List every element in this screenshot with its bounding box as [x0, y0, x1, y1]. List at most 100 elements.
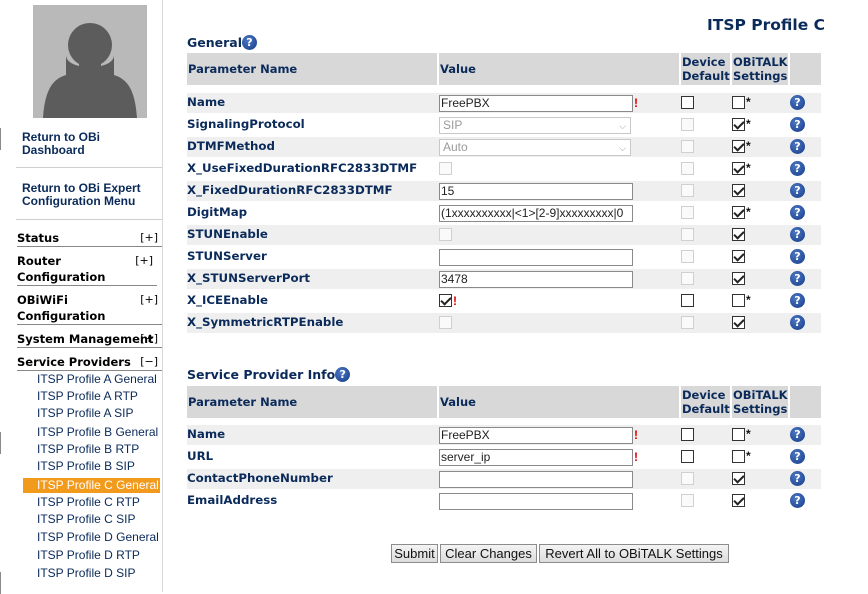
obitalk-checkbox[interactable] [732, 472, 745, 485]
stun-enable-checkbox[interactable] [439, 228, 452, 241]
obitalk-checkbox[interactable] [732, 228, 745, 241]
column-header: Device [682, 55, 726, 69]
obitalk-checkbox[interactable] [732, 450, 745, 463]
return-expert-link[interactable]: Return to OBi Expert Configuration Menu [22, 182, 157, 208]
help-icon[interactable]: ? [790, 117, 805, 132]
help-icon[interactable]: ? [790, 139, 805, 154]
sidebar-item-itsp-b-sip[interactable]: ITSP Profile B SIP [37, 459, 135, 474]
section-title-provider-info: Service Provider Info? [187, 367, 351, 382]
help-icon[interactable]: ? [790, 427, 805, 442]
help-icon[interactable]: ? [790, 271, 805, 286]
help-icon[interactable]: ? [790, 205, 805, 220]
device-default-checkbox[interactable] [681, 294, 694, 307]
sidebar-section-label: Status [17, 231, 60, 245]
device-default-checkbox [681, 118, 694, 131]
expand-toggle[interactable]: [+] [140, 230, 158, 246]
sidebar-item-itsp-c-general[interactable]: ITSP Profile C General [23, 478, 160, 493]
revert-obitalk-button[interactable]: Revert All to OBiTALK Settings [539, 544, 729, 563]
param-name: EmailAddress [187, 493, 278, 507]
sidebar-item-itsp-d-general[interactable]: ITSP Profile D General [37, 530, 159, 545]
obitalk-checkbox[interactable] [732, 428, 745, 441]
header-param-name: Parameter Name [187, 53, 437, 85]
help-icon[interactable]: ? [790, 161, 805, 176]
obitalk-checkbox[interactable] [732, 250, 745, 263]
sidebar-item-itsp-a-sip[interactable]: ITSP Profile A SIP [37, 406, 134, 421]
obitalk-checkbox[interactable] [732, 184, 745, 197]
column-header: Default [682, 69, 730, 83]
help-icon[interactable]: ? [790, 449, 805, 464]
edge-marker [0, 128, 3, 150]
url-input[interactable]: server_ip [439, 449, 633, 466]
contact-phone-input[interactable] [439, 471, 633, 488]
sidebar-section-router[interactable]: Router Configuration [+] [17, 253, 157, 286]
star-mark: * [746, 449, 751, 463]
device-default-checkbox[interactable] [681, 428, 694, 441]
help-icon[interactable]: ? [790, 95, 805, 110]
sidebar-item-itsp-b-rtp[interactable]: ITSP Profile B RTP [37, 442, 139, 457]
expand-toggle[interactable]: [+] [135, 253, 153, 269]
table-row: X_FixedDurationRFC2833DTMF 15 ? [187, 181, 821, 201]
sidebar-item-itsp-d-rtp[interactable]: ITSP Profile D RTP [37, 548, 140, 563]
header-param-name: Parameter Name [187, 386, 437, 418]
help-icon[interactable]: ? [335, 367, 351, 382]
help-icon[interactable]: ? [790, 493, 805, 508]
name-input[interactable]: FreePBX [439, 95, 633, 112]
symmetric-rtp-checkbox[interactable] [439, 316, 452, 329]
fixed-duration-input[interactable]: 15 [439, 183, 633, 200]
clear-changes-button[interactable]: Clear Changes [440, 544, 537, 563]
sidebar-section-service-providers[interactable]: Service Providers [−] [17, 354, 162, 371]
section-title-general: General? [187, 35, 257, 50]
obitalk-checkbox[interactable] [732, 206, 745, 219]
help-icon[interactable]: ? [790, 183, 805, 198]
obitalk-checkbox[interactable] [732, 494, 745, 507]
email-address-input[interactable] [439, 493, 633, 510]
help-icon[interactable]: ? [790, 293, 805, 308]
collapse-toggle[interactable]: [−] [140, 354, 158, 370]
sidebar-item-itsp-b-general[interactable]: ITSP Profile B General [37, 425, 158, 440]
param-name: STUNEnable [187, 227, 268, 241]
obitalk-checkbox[interactable] [732, 140, 745, 153]
help-icon[interactable]: ? [790, 227, 805, 242]
sidebar-item-itsp-a-rtp[interactable]: ITSP Profile A RTP [37, 389, 138, 404]
sidebar-section-system[interactable]: System Management [+] [17, 331, 162, 348]
param-name: Name [187, 95, 226, 109]
stun-server-port-input[interactable]: 3478 [439, 271, 633, 288]
required-mark: ! [634, 428, 638, 442]
obitalk-checkbox[interactable] [732, 316, 745, 329]
sidebar-item-itsp-a-general[interactable]: ITSP Profile A General [37, 372, 157, 387]
obitalk-checkbox[interactable] [732, 162, 745, 175]
user-silhouette-icon [43, 23, 137, 118]
help-icon[interactable]: ? [790, 471, 805, 486]
provider-name-input[interactable]: FreePBX [439, 427, 633, 444]
signaling-protocol-select[interactable]: SIP ⌵ [439, 117, 631, 134]
ice-enable-checkbox[interactable] [439, 294, 452, 307]
obitalk-checkbox[interactable] [732, 294, 745, 307]
sidebar-section-status[interactable]: Status [+] [17, 230, 162, 247]
dtmf-method-select[interactable]: Auto ⌵ [439, 139, 631, 156]
help-icon[interactable]: ? [242, 35, 257, 50]
expand-toggle[interactable]: [+] [140, 331, 158, 347]
obitalk-checkbox[interactable] [732, 272, 745, 285]
help-icon[interactable]: ? [790, 249, 805, 264]
expand-toggle[interactable]: [+] [140, 292, 158, 308]
return-dashboard-link[interactable]: Return to OBi Dashboard [22, 131, 157, 157]
device-default-checkbox [681, 206, 694, 219]
sidebar-item-itsp-d-sip[interactable]: ITSP Profile D SIP [37, 566, 135, 581]
help-icon[interactable]: ? [790, 315, 805, 330]
avatar [33, 5, 147, 118]
obitalk-checkbox[interactable] [732, 118, 745, 131]
sidebar-section-obiwifi[interactable]: OBiWiFi Configuration [+] [17, 292, 162, 325]
table-row: X_UseFixedDurationRFC2833DTMF * ? [187, 159, 821, 179]
stun-server-input[interactable] [439, 249, 633, 266]
use-fixed-duration-checkbox[interactable] [439, 162, 452, 175]
column-header: Settings [733, 402, 788, 416]
sidebar-item-itsp-c-rtp[interactable]: ITSP Profile C RTP [37, 495, 140, 510]
device-default-checkbox[interactable] [681, 96, 694, 109]
sidebar-item-itsp-c-sip[interactable]: ITSP Profile C SIP [37, 512, 135, 527]
device-default-checkbox[interactable] [681, 450, 694, 463]
digit-map-input[interactable]: (1xxxxxxxxxx|<1>[2-9]xxxxxxxxx|0 [439, 205, 633, 222]
obitalk-checkbox[interactable] [732, 96, 745, 109]
device-default-checkbox [681, 162, 694, 175]
submit-button[interactable]: Submit [391, 544, 438, 563]
table-row: STUNServer ? [187, 247, 821, 267]
